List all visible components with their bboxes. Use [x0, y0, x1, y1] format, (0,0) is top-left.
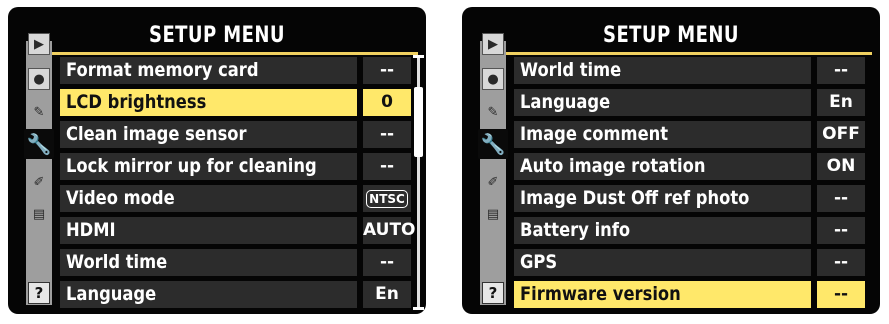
menu-item-value: --	[817, 249, 865, 276]
menu-item-label: World time	[66, 251, 168, 273]
menu-item-label: HDMI	[66, 219, 116, 241]
menu-item-gps[interactable]: GPS --	[514, 249, 870, 276]
menu-item-label: LCD brightness	[66, 91, 207, 113]
menu-item-hdmi[interactable]: HDMI AUTO	[60, 217, 416, 244]
menu-item-label: Image comment	[520, 123, 669, 145]
playback-menu-icon[interactable]: ▶	[482, 33, 504, 55]
menu-item-value: NTSC	[366, 190, 408, 208]
playback-menu-icon[interactable]: ▶	[28, 33, 50, 55]
menu-item-value: --	[817, 185, 865, 212]
menu-item-image-dust-off-ref-photo[interactable]: Image Dust Off ref photo --	[514, 185, 870, 212]
menu-item-label: Battery info	[520, 219, 631, 241]
custom-settings-icon[interactable]: ✎	[26, 99, 52, 125]
menu-item-value: --	[363, 153, 411, 180]
custom-settings-icon[interactable]: ✎	[480, 99, 506, 125]
help-icon[interactable]: ?	[482, 282, 504, 304]
scrollbar-bottom-cap	[413, 307, 424, 310]
menu-item-value: En	[817, 89, 865, 116]
menu-item-label: World time	[520, 59, 622, 81]
menu-item-image-comment[interactable]: Image comment OFF	[514, 121, 870, 148]
setup-menu-icon[interactable]: 🔧	[24, 129, 54, 159]
shooting-menu-icon[interactable]: ●	[28, 68, 50, 90]
menu-item-value: ON	[817, 153, 865, 180]
menu-item-lcd-brightness[interactable]: LCD brightness 0	[60, 89, 416, 116]
menu-item-label: Auto image rotation	[520, 155, 706, 177]
menu-item-label: Lock mirror up for cleaning	[66, 155, 317, 177]
retouch-menu-icon[interactable]: ✐	[480, 169, 506, 195]
menu-item-label: Image Dust Off ref photo	[520, 187, 750, 209]
menu-item-value: --	[817, 281, 865, 308]
menu-item-value: --	[363, 121, 411, 148]
menu-item-format-memory-card[interactable]: Format memory card --	[60, 57, 416, 84]
menu-title: SETUP MENU	[149, 23, 285, 48]
retouch-menu-icon[interactable]: ✐	[26, 169, 52, 195]
menu-item-value: OFF	[817, 121, 865, 148]
menu-item-value: 0	[363, 89, 411, 116]
menu-item-language[interactable]: Language En	[60, 281, 416, 308]
menu-item-battery-info[interactable]: Battery info --	[514, 217, 870, 244]
menu-item-firmware-version[interactable]: Firmware version --	[514, 281, 870, 308]
scrollbar-top-cap	[413, 55, 424, 58]
menu-item-label: Language	[520, 91, 611, 113]
menu-title: SETUP MENU	[603, 23, 739, 48]
menu-item-value: --	[363, 249, 411, 276]
shooting-menu-icon[interactable]: ●	[482, 68, 504, 90]
setup-menu-screen-1: SETUP MENU ▶ ● ✎ 🔧 ✐ ▤ ? Format memory c…	[8, 7, 426, 314]
menu-item-world-time[interactable]: World time --	[514, 57, 870, 84]
title-underline	[52, 52, 418, 55]
menu-item-language[interactable]: Language En	[514, 89, 870, 116]
menu-item-auto-image-rotation[interactable]: Auto image rotation ON	[514, 153, 870, 180]
menu-item-label: Video mode	[66, 187, 175, 209]
menu-item-value: --	[817, 57, 865, 84]
menu-item-label: Clean image sensor	[66, 123, 247, 145]
setup-menu-screen-2: SETUP MENU ▶ ● ✎ 🔧 ✐ ▤ ? World time -- L…	[462, 7, 880, 314]
my-menu-icon[interactable]: ▤	[480, 201, 506, 227]
menu-item-value: --	[363, 57, 411, 84]
menu-item-label: Firmware version	[520, 283, 681, 305]
setup-menu-icon[interactable]: 🔧	[478, 129, 508, 159]
menu-item-label: Format memory card	[66, 59, 259, 81]
menu-item-lock-mirror-up[interactable]: Lock mirror up for cleaning --	[60, 153, 416, 180]
menu-item-video-mode[interactable]: Video mode NTSC	[60, 185, 416, 212]
my-menu-icon[interactable]: ▤	[26, 201, 52, 227]
menu-item-value: --	[817, 217, 865, 244]
scrollbar-thumb[interactable]	[414, 87, 423, 157]
menu-item-value: AUTO	[363, 217, 416, 244]
menu-item-label: GPS	[520, 251, 558, 273]
menu-item-value: En	[363, 281, 411, 308]
help-icon[interactable]: ?	[28, 282, 50, 304]
menu-item-clean-image-sensor[interactable]: Clean image sensor --	[60, 121, 416, 148]
menu-item-world-time[interactable]: World time --	[60, 249, 416, 276]
title-underline	[506, 52, 872, 55]
menu-item-label: Language	[66, 283, 157, 305]
